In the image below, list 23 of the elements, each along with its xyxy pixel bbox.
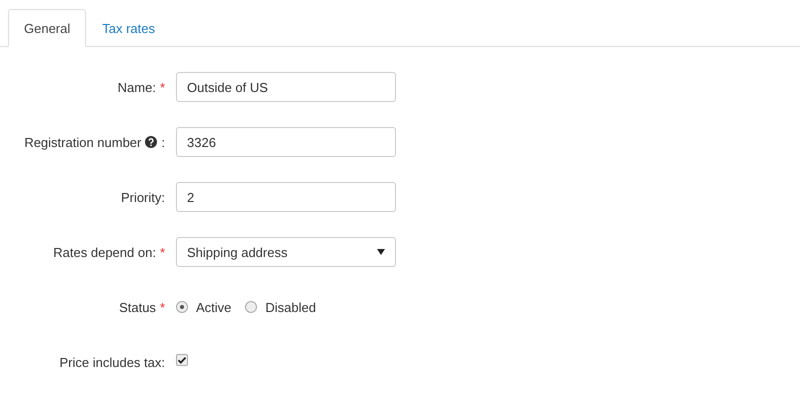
required-mark: * — [160, 80, 165, 94]
text-field[interactable]: 3326 — [176, 127, 396, 157]
tab[interactable]: General — [8, 9, 86, 47]
caret-icon — [377, 249, 385, 255]
select-field[interactable]: Shipping address — [176, 237, 396, 267]
required-mark: * — [160, 244, 165, 260]
tab[interactable]: Tax rates — [86, 9, 171, 47]
required-mark: * — [160, 300, 165, 314]
field-label: Priority: — [120, 190, 165, 204]
checkbox[interactable] — [176, 354, 188, 366]
field-label: Status — [119, 300, 156, 314]
radio-button[interactable] — [245, 301, 258, 313]
radio-label: Disabled — [265, 300, 316, 314]
text-field[interactable]: Outside of US — [176, 72, 396, 102]
radio-button[interactable] — [176, 301, 188, 313]
label-colon: : — [161, 134, 165, 150]
field-label: Registration number — [24, 134, 142, 150]
field-label: Price includes tax: — [60, 354, 165, 370]
radio-label: Active — [196, 300, 232, 314]
text-field[interactable]: 2 — [176, 182, 396, 212]
field-label: Rates depend on: — [53, 244, 156, 260]
field-label: Name: — [118, 80, 156, 94]
help-icon[interactable] — [145, 136, 158, 148]
